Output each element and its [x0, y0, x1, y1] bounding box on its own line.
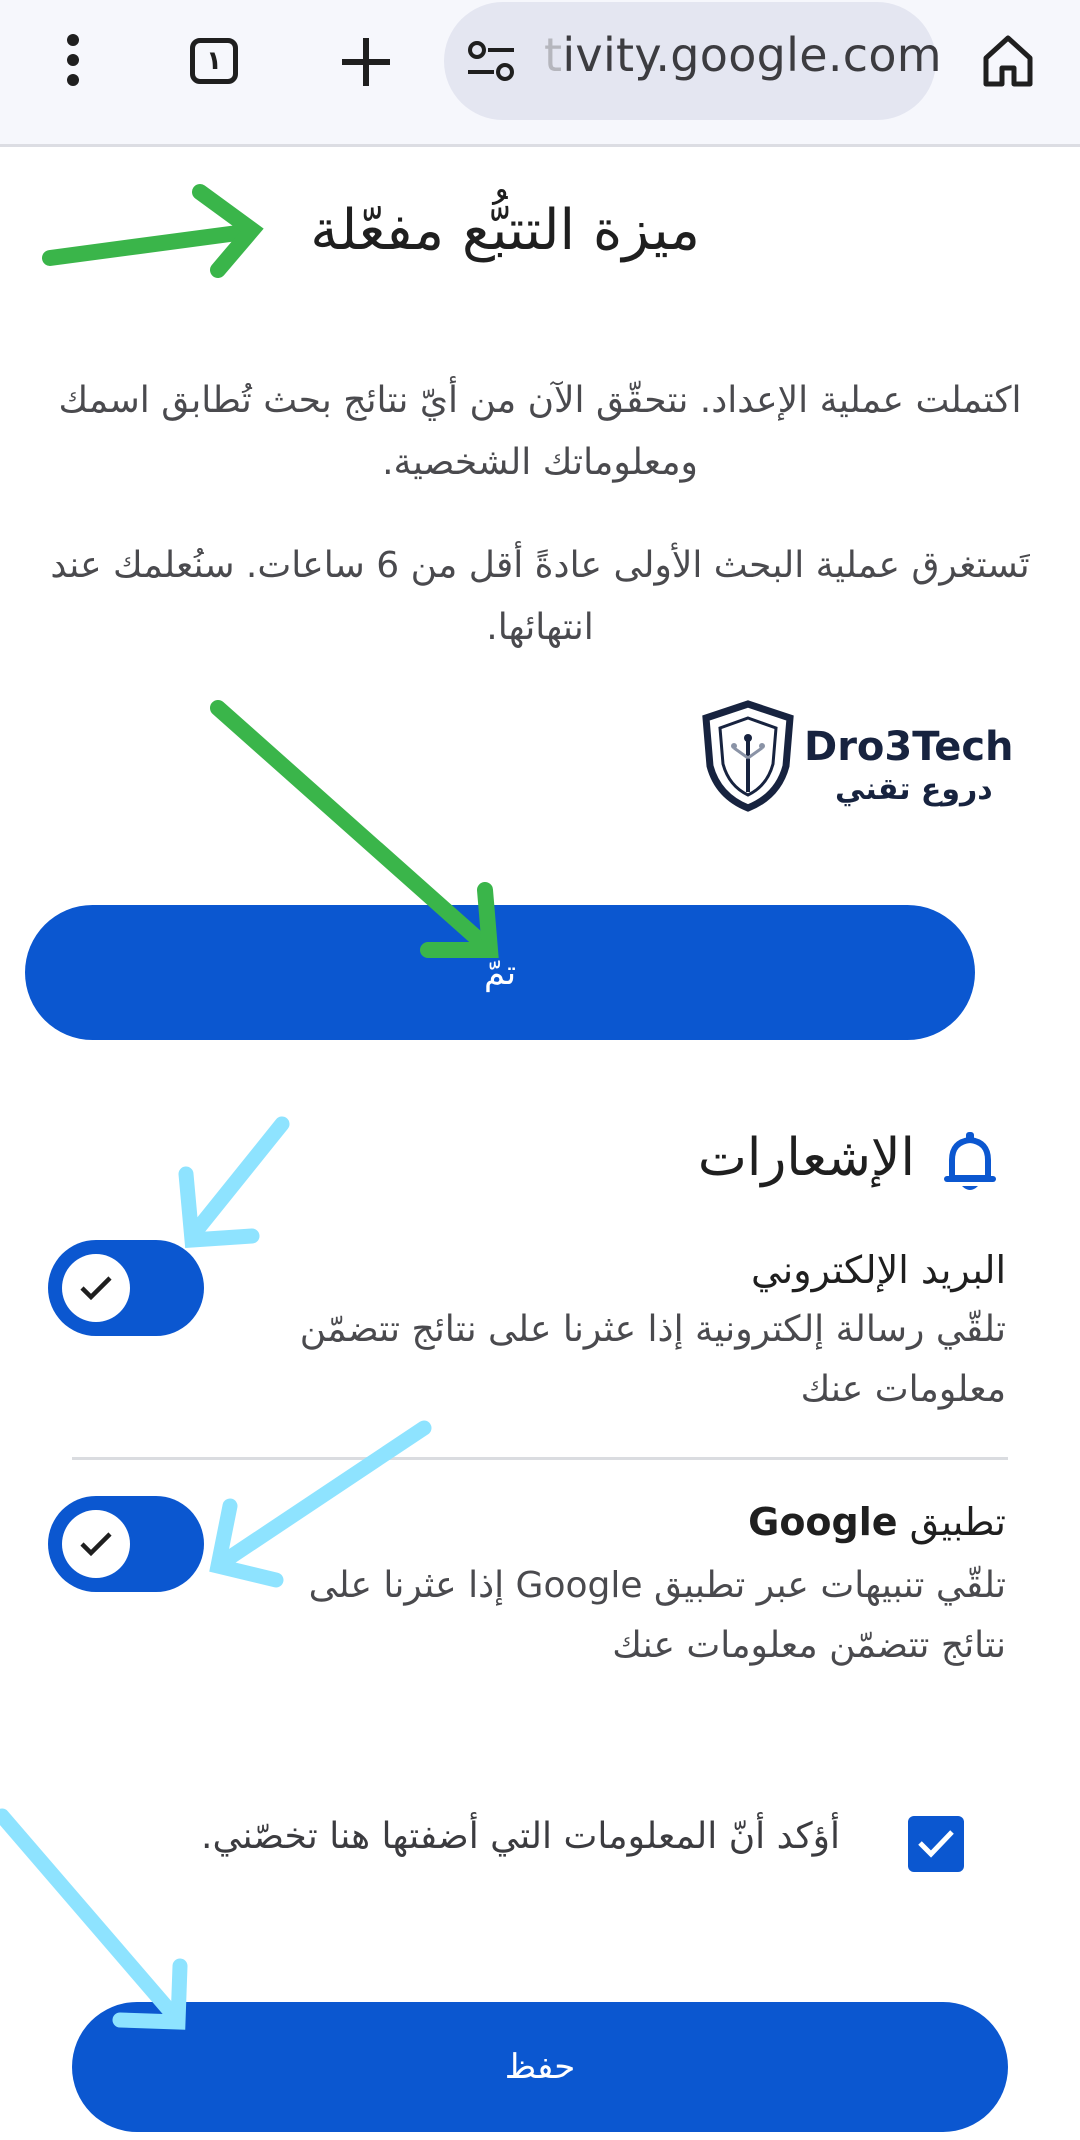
email-notification-toggle[interactable] — [48, 1240, 204, 1336]
check-icon — [918, 1830, 954, 1858]
url-text: tivity.google.com — [544, 28, 942, 82]
browser-toolbar: ١ tivity.google.com — [0, 0, 1080, 147]
logo-name: Dro3Tech — [804, 724, 1014, 770]
google-app-notification-toggle[interactable] — [48, 1496, 204, 1592]
check-icon — [80, 1532, 112, 1557]
check-icon — [80, 1276, 112, 1301]
app-title-brand: Google — [748, 1500, 898, 1544]
url-fade: t — [544, 28, 563, 82]
google-app-setting-description: تلقّي تنبيهات عبر تطبيق Google إذا عثرنا… — [308, 1565, 1006, 1666]
page-title: ميزة التتبُّع مفعّلة — [310, 198, 700, 263]
confirm-label: أؤكد أنّ المعلومات التي أضفتها هنا تخصّن… — [201, 1816, 840, 1857]
app-title-prefix: تطبيق — [909, 1500, 1006, 1544]
notifications-heading: الإشعارات — [697, 1128, 915, 1188]
cyan-arrow-save — [0, 1808, 188, 2030]
shield-logo-icon — [702, 700, 794, 812]
setup-complete-text: اكتملت عملية الإعداد. نتحقّق الآن من أيّ… — [58, 380, 1022, 483]
confirm-checkbox[interactable] — [908, 1816, 964, 1872]
home-icon[interactable] — [980, 32, 1036, 88]
email-setting-title: البريد الإلكتروني — [751, 1248, 1006, 1292]
address-bar[interactable]: tivity.google.com — [444, 2, 942, 120]
search-duration-text: تَستغرق عملية البحث الأولى عادةً أقل من … — [50, 545, 1030, 648]
save-button[interactable]: حفظ — [72, 2002, 1008, 2132]
logo-subtitle: دروع تقني — [835, 772, 993, 807]
toggle-knob — [62, 1510, 130, 1578]
email-setting-description: تلقّي رسالة إلكترونية إذا عثرنا على نتائ… — [299, 1309, 1006, 1410]
google-app-setting-title: تطبيق Google — [748, 1500, 1006, 1544]
more-vert-icon[interactable] — [58, 30, 88, 90]
divider — [72, 1457, 1008, 1460]
done-button[interactable]: تمّ — [25, 905, 975, 1040]
tune-icon[interactable] — [466, 38, 516, 84]
tab-switcher-icon[interactable]: ١ — [190, 38, 238, 84]
cyan-arrow-email — [178, 1116, 290, 1248]
green-arrow-heading — [42, 184, 264, 278]
plus-icon[interactable] — [340, 36, 392, 88]
url-main: ivity.google.com — [562, 28, 942, 82]
tab-count: ١ — [206, 46, 222, 76]
toggle-knob — [62, 1254, 130, 1322]
bell-icon — [944, 1132, 996, 1190]
dro3tech-logo: Dro3Tech دروع تقني — [700, 700, 1020, 830]
screen: ١ tivity.google.com ميزة التتبُّع مفعّلة… — [0, 0, 1080, 2140]
